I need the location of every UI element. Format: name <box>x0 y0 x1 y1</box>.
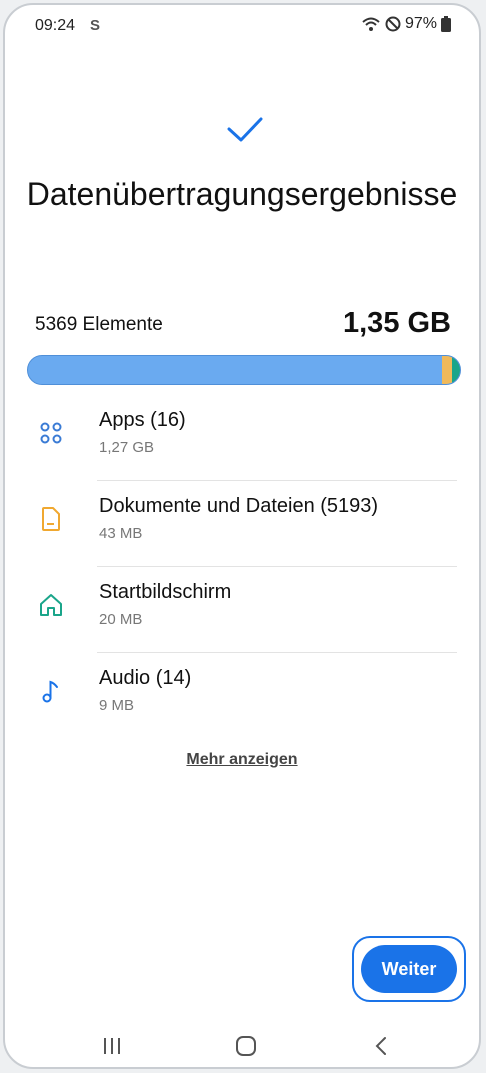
list-item-label: Audio (14) <box>99 667 192 689</box>
list-item-home-screen[interactable]: Startbildschirm 20 MB <box>25 567 457 653</box>
status-right-icons: 97% <box>361 15 451 33</box>
list-item-label: Dokumente und Dateien (5193) <box>99 495 379 517</box>
usage-bar-documents-segment <box>442 356 452 384</box>
total-size: 1,35 GB <box>343 307 451 339</box>
status-bar: 09:24 S 97% <box>5 5 479 47</box>
list-item-label: Startbildschirm <box>99 581 232 603</box>
apps-icon <box>40 422 62 444</box>
usage-bar-home-segment <box>452 356 460 384</box>
category-list: Apps (16) 1,27 GB Dokumente und Dateien … <box>25 395 457 739</box>
list-item-apps[interactable]: Apps (16) 1,27 GB <box>25 395 457 481</box>
checkmark-icon <box>227 117 263 142</box>
item-count: 5369 Elemente <box>35 314 163 335</box>
list-item-size: 9 MB <box>99 697 135 714</box>
wifi-icon <box>362 17 380 31</box>
next-button-focus-ring: Weiter <box>352 936 466 1002</box>
battery-percent: 97% <box>404 15 437 32</box>
list-item-documents[interactable]: Dokumente und Dateien (5193) 43 MB <box>25 481 457 567</box>
show-more-link[interactable]: Mehr anzeigen <box>5 751 479 769</box>
status-time: 09:24 <box>35 17 76 34</box>
usage-bar <box>27 355 461 385</box>
list-item-size: 20 MB <box>99 611 143 628</box>
phone-screen: 09:24 S 97% Datenübertragungsergebnisse … <box>3 3 481 1069</box>
music-note-icon <box>42 680 58 703</box>
navigation-bar <box>5 1025 479 1067</box>
battery-icon <box>441 16 451 32</box>
document-icon <box>42 507 60 531</box>
list-item-label: Apps (16) <box>99 409 186 431</box>
back-icon[interactable] <box>367 1033 397 1059</box>
page-title: Datenübertragungsergebnisse <box>26 176 458 212</box>
home-button-icon[interactable] <box>231 1033 261 1059</box>
recent-apps-icon[interactable] <box>97 1033 127 1059</box>
next-button[interactable]: Weiter <box>361 945 457 993</box>
list-item-size: 1,27 GB <box>99 439 155 456</box>
list-item-size: 43 MB <box>99 525 143 542</box>
home-icon <box>40 594 62 616</box>
do-not-disturb-icon <box>385 16 401 32</box>
notification-s-icon: S <box>90 17 101 34</box>
list-item-audio[interactable]: Audio (14) 9 MB <box>25 653 457 739</box>
